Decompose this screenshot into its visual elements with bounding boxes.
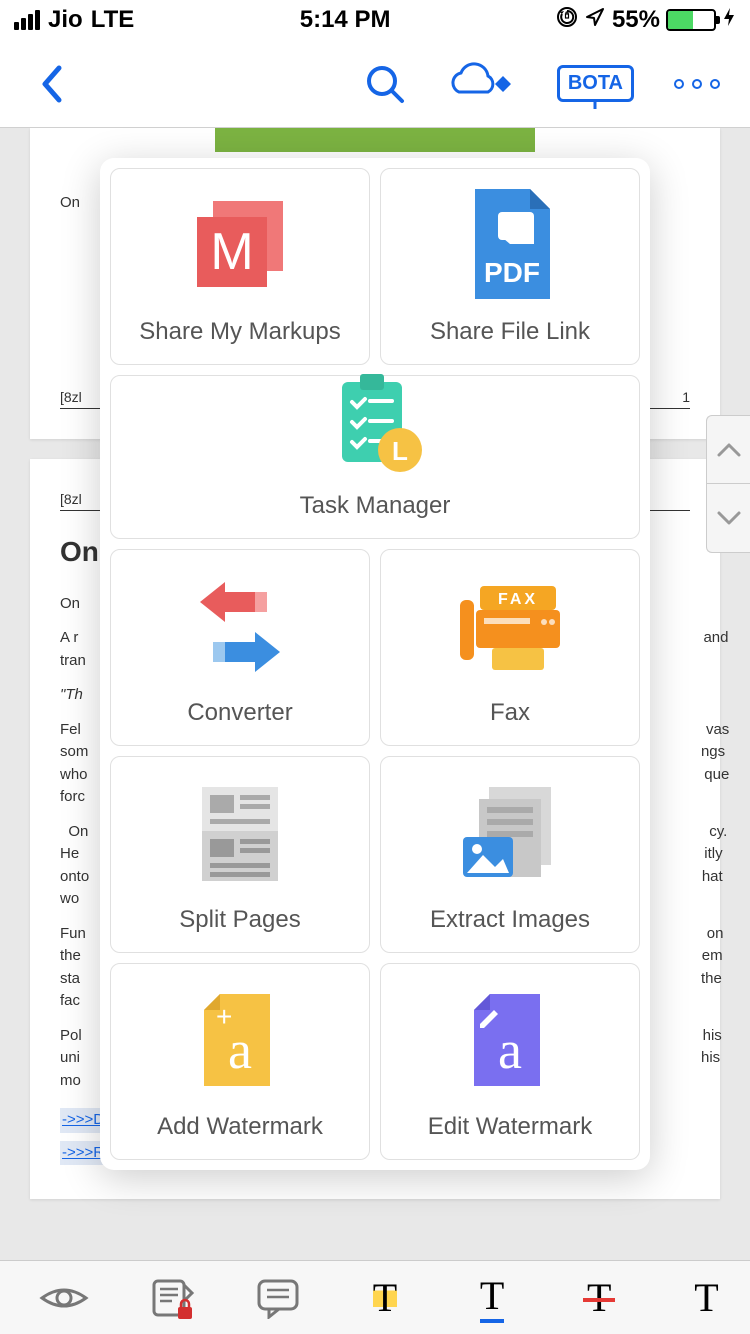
- search-button[interactable]: [363, 62, 407, 106]
- page-down-button[interactable]: [707, 484, 750, 552]
- add-watermark-button[interactable]: + a Add Watermark: [110, 963, 370, 1160]
- page-nav-arrows: [706, 415, 750, 553]
- underline-t-icon: T: [480, 1272, 504, 1323]
- signal-icon: [14, 10, 40, 30]
- converter-button[interactable]: Converter: [110, 549, 370, 746]
- highlight-t-icon: T: [373, 1274, 397, 1321]
- locked-annotation-button[interactable]: [143, 1270, 199, 1326]
- split-page-icon: [190, 775, 290, 892]
- carrier-label: Jio: [48, 6, 83, 34]
- cloud-sync-button[interactable]: [447, 62, 517, 106]
- page-number: 1: [682, 387, 690, 408]
- page-ref: [8zl: [60, 387, 82, 408]
- edit-watermark-icon: a: [460, 982, 560, 1099]
- add-watermark-icon: + a: [190, 982, 290, 1099]
- status-bar: Jio LTE 5:14 PM 55%: [0, 0, 750, 40]
- item-label: Extract Images: [430, 906, 590, 934]
- clipboard-clock-icon: L: [320, 368, 430, 478]
- more-menu-button[interactable]: [674, 79, 720, 89]
- view-mode-button[interactable]: [36, 1270, 92, 1326]
- strikethrough-button[interactable]: T: [571, 1270, 627, 1326]
- item-label: Share File Link: [430, 318, 590, 346]
- extract-images-button[interactable]: Extract Images: [380, 756, 640, 953]
- svg-text:PDF: PDF: [484, 257, 540, 288]
- fax-button[interactable]: FAX Fax: [380, 549, 640, 746]
- green-bar: [215, 128, 535, 152]
- pdf-file-icon: PDF: [460, 184, 560, 304]
- item-label: Share My Markups: [139, 318, 340, 346]
- rotation-lock-icon: [556, 6, 578, 35]
- nav-bar: BOTA: [0, 40, 750, 128]
- page-ref: [8zl: [60, 491, 82, 507]
- svg-text:L: L: [392, 436, 408, 466]
- share-markups-button[interactable]: M Share My Markups: [110, 168, 370, 365]
- split-pages-button[interactable]: Split Pages: [110, 756, 370, 953]
- item-label: Edit Watermark: [428, 1113, 592, 1141]
- strike-t-icon: T: [587, 1274, 611, 1321]
- highlight-button[interactable]: T: [357, 1270, 413, 1326]
- clock-label: 5:14 PM: [300, 6, 391, 34]
- share-file-link-button[interactable]: PDF Share File Link: [380, 168, 640, 365]
- svg-text:M: M: [210, 223, 253, 281]
- back-button[interactable]: [30, 62, 74, 106]
- bota-button[interactable]: BOTA: [557, 65, 634, 102]
- task-manager-button[interactable]: L Task Manager: [110, 375, 640, 539]
- item-label: Converter: [187, 699, 292, 727]
- squiggly-button[interactable]: T: [678, 1270, 734, 1326]
- note-button[interactable]: [250, 1270, 306, 1326]
- item-label: Fax: [490, 699, 530, 727]
- page-up-button[interactable]: [707, 416, 750, 484]
- underline-button[interactable]: T: [464, 1270, 520, 1326]
- edit-watermark-button[interactable]: a Edit Watermark: [380, 963, 640, 1160]
- converter-arrows-icon: [185, 568, 295, 685]
- svg-text:a: a: [228, 1020, 252, 1080]
- fax-machine-icon: FAX: [450, 568, 570, 685]
- charging-icon: [722, 6, 736, 35]
- squiggly-t-icon: T: [694, 1274, 718, 1321]
- svg-text:a: a: [498, 1020, 522, 1080]
- item-label: Add Watermark: [157, 1113, 323, 1141]
- item-label: Split Pages: [179, 906, 300, 934]
- network-label: LTE: [91, 6, 135, 34]
- bottom-toolbar: T T T T: [0, 1260, 750, 1334]
- markup-m-icon: M: [185, 187, 295, 304]
- item-label: Task Manager: [300, 492, 451, 520]
- action-menu-modal: M Share My Markups PDF Share File Link: [100, 158, 650, 1170]
- battery-icon: [666, 9, 716, 31]
- battery-pct-label: 55%: [612, 6, 660, 34]
- svg-text:FAX: FAX: [498, 591, 538, 608]
- extract-images-icon: [455, 775, 565, 892]
- location-icon: [584, 6, 606, 35]
